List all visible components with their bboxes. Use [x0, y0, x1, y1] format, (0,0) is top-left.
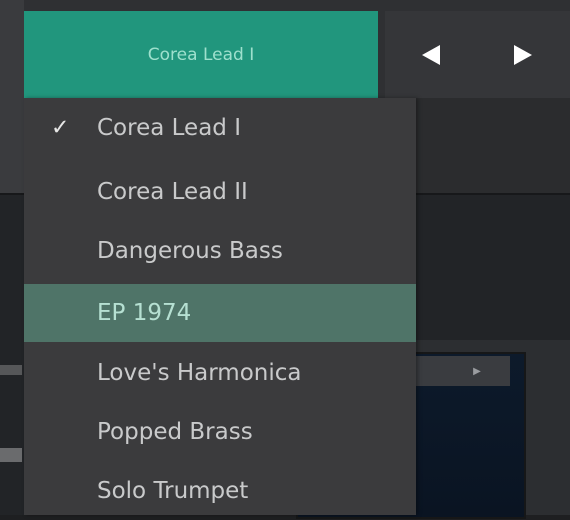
left-triangle-icon — [422, 44, 440, 65]
menu-item-label: Dangerous Bass — [97, 238, 283, 264]
menu-item-label: Love's Harmonica — [97, 360, 302, 386]
menu-item-label: EP 1974 — [97, 300, 192, 326]
menu-item-label: Solo Trumpet — [97, 478, 249, 504]
menu-item-label: Corea Lead II — [97, 179, 248, 205]
next-preset-button[interactable] — [476, 11, 570, 98]
previous-preset-button[interactable] — [385, 11, 477, 98]
menu-item-corea-lead-i[interactable]: ✓ Corea Lead I — [24, 99, 416, 157]
menu-item-ep-1974[interactable]: EP 1974 — [24, 284, 416, 342]
preset-name-label: Corea Lead I — [147, 44, 255, 65]
menu-item-corea-lead-ii[interactable]: Corea Lead II — [24, 163, 416, 221]
menu-item-solo-trumpet[interactable]: Solo Trumpet — [24, 462, 416, 520]
check-icon: ✓ — [51, 115, 70, 141]
menu-item-popped-brass[interactable]: Popped Brass — [24, 403, 416, 461]
menu-item-loves-harmonica[interactable]: Love's Harmonica — [24, 344, 416, 402]
screen-next-icon[interactable]: ▶ — [448, 356, 506, 386]
preset-dropdown-menu: ✓ Corea Lead I Corea Lead II Dangerous B… — [24, 98, 416, 515]
right-triangle-icon — [514, 44, 532, 65]
side-control[interactable] — [0, 365, 22, 375]
menu-item-dangerous-bass[interactable]: Dangerous Bass — [24, 222, 416, 280]
side-control[interactable] — [0, 448, 22, 462]
menu-item-label: Popped Brass — [97, 419, 253, 445]
menu-item-label: Corea Lead I — [97, 115, 241, 141]
preset-name-button[interactable]: Corea Lead I — [24, 11, 378, 98]
